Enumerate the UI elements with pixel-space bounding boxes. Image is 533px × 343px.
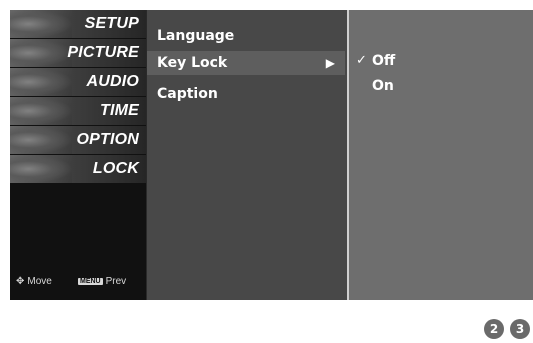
menu-item-label: AUDIO xyxy=(86,73,139,90)
submenu-item-label: Key Lock xyxy=(157,55,228,71)
sub-menu: Language Key Lock ▶ Caption xyxy=(147,10,347,300)
option-off[interactable]: ✓ Off xyxy=(349,50,533,72)
hint-move-label: Move xyxy=(27,276,52,287)
option-label: Off xyxy=(372,53,396,69)
submenu-item-label: Caption xyxy=(157,86,218,102)
submenu-item-label: Language xyxy=(157,28,235,44)
option-on[interactable]: On xyxy=(349,75,533,97)
checkmark-icon: ✓ xyxy=(356,53,367,68)
hint-move: ✥ Move xyxy=(16,276,52,287)
hint-prev: MENU Prev xyxy=(78,276,126,287)
move-arrows-icon: ✥ xyxy=(16,276,25,287)
menu-item-lock[interactable]: LOCK xyxy=(10,155,146,183)
hint-prev-label: Prev xyxy=(105,276,127,287)
time-thumbnail-icon xyxy=(10,97,72,125)
menu-item-setup[interactable]: SETUP xyxy=(10,10,146,38)
menu-item-label: SETUP xyxy=(84,15,139,32)
option-thumbnail-icon xyxy=(10,126,72,154)
menu-key-badge: MENU xyxy=(78,278,103,285)
lock-thumbnail-icon xyxy=(10,155,72,183)
right-arrow-icon: ▶ xyxy=(325,56,335,70)
submenu-item-caption[interactable]: Caption xyxy=(147,82,345,106)
menu-item-label: PICTURE xyxy=(67,44,139,61)
picture-thumbnail-icon xyxy=(10,39,72,67)
submenu-item-key-lock[interactable]: Key Lock ▶ xyxy=(147,51,345,75)
options-panel: ✓ Off On xyxy=(349,10,533,300)
tv-osd-screen: SETUP PICTURE AUDIO TIME OPTION LOCK ✥ M… xyxy=(10,10,533,300)
menu-item-picture[interactable]: PICTURE xyxy=(10,39,146,67)
page-number-badge: 2 xyxy=(484,319,504,339)
menu-item-audio[interactable]: AUDIO xyxy=(10,68,146,96)
setup-thumbnail-icon xyxy=(10,10,72,38)
submenu-item-language[interactable]: Language xyxy=(147,24,345,48)
menu-item-label: OPTION xyxy=(76,131,139,148)
menu-item-label: TIME xyxy=(99,102,139,119)
audio-thumbnail-icon xyxy=(10,68,72,96)
main-menu-list: SETUP PICTURE AUDIO TIME OPTION LOCK xyxy=(10,10,146,196)
page-number-badge: 3 xyxy=(510,319,530,339)
option-label: On xyxy=(372,78,394,94)
menu-item-option[interactable]: OPTION xyxy=(10,126,146,154)
main-menu: SETUP PICTURE AUDIO TIME OPTION LOCK ✥ M… xyxy=(10,10,146,300)
menu-item-time[interactable]: TIME xyxy=(10,97,146,125)
navigation-hints: ✥ Move MENU Prev xyxy=(16,276,144,290)
menu-item-label: LOCK xyxy=(92,160,139,177)
